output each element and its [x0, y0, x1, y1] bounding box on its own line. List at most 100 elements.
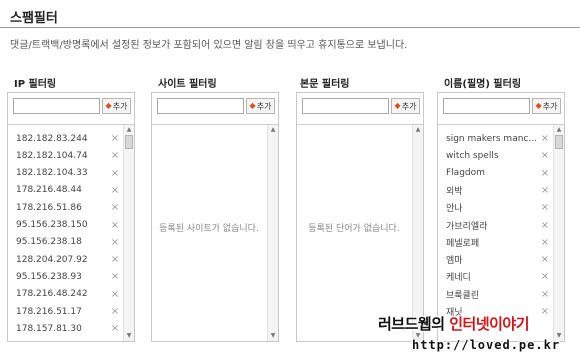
remove-icon[interactable]: × — [110, 202, 120, 213]
remove-icon[interactable]: × — [110, 271, 120, 282]
list-item-label: witch spells — [446, 150, 499, 161]
name-filter-input[interactable] — [443, 98, 530, 114]
site-filter-input[interactable] — [157, 98, 244, 114]
add-content-button[interactable]: ◆ 추가 — [391, 98, 420, 114]
remove-icon[interactable]: × — [540, 150, 550, 161]
filter-panel-content: ◆ 추가등록된 단어가 없습니다. ▲ ▼ — [296, 92, 424, 342]
content-filter-list[interactable]: 등록된 단어가 없습니다. ▲ ▼ — [297, 124, 423, 341]
list-item: 95.156.238.18 × — [16, 234, 120, 251]
scroll-down-arrow-icon[interactable]: ▼ — [124, 331, 134, 341]
list-item: 가브리엘라 × — [446, 217, 550, 234]
add-name-button[interactable]: ◆ 추가 — [532, 98, 561, 114]
watermark-title: 러브드웹의 인터넷이야기 — [378, 313, 530, 334]
list-item-label: 128.204.207.92 — [16, 254, 88, 265]
remove-icon[interactable]: × — [540, 271, 550, 282]
list-item-label: 182.182.104.74 — [16, 150, 88, 161]
scrollbar[interactable]: ▲ ▼ — [553, 125, 564, 341]
add-row: ◆ 추가 — [443, 98, 561, 115]
remove-icon[interactable]: × — [110, 220, 120, 231]
remove-icon[interactable]: × — [110, 289, 120, 300]
list-item: 외박 × — [446, 182, 550, 199]
scroll-up-arrow-icon[interactable]: ▲ — [554, 125, 564, 135]
add-button-label: 추가 — [112, 101, 128, 111]
add-site-button[interactable]: ◆ 추가 — [246, 98, 275, 114]
remove-icon[interactable]: × — [540, 289, 550, 300]
list-item-label: 95.156.238.93 — [16, 271, 82, 282]
scroll-up-arrow-icon[interactable]: ▲ — [268, 125, 278, 135]
remove-icon[interactable]: × — [110, 133, 120, 144]
list-item-label: 178.157.81.30 — [16, 323, 82, 334]
list-item-label: 케네디 — [446, 273, 471, 284]
list-item: 178.216.51.17 × — [16, 303, 120, 320]
panel-heading-name: 이름(필명) 필터링 — [444, 79, 522, 90]
content-filter-input[interactable] — [302, 98, 389, 114]
remove-icon[interactable]: × — [110, 254, 120, 265]
watermark: 러브드웹의 인터넷이야기 http://loved.pe.kr — [378, 313, 578, 357]
remove-icon[interactable]: × — [110, 185, 120, 196]
list-item: 128.204.207.92 × — [16, 251, 120, 268]
remove-icon[interactable]: × — [110, 150, 120, 161]
watermark-url: http://loved.pe.kr — [412, 338, 561, 352]
ip-filter-input[interactable] — [13, 98, 100, 114]
empty-list-message: 등록된 사이트가 없습니다. — [159, 224, 259, 234]
add-ip-button[interactable]: ◆ 추가 — [102, 98, 131, 114]
plus-diamond-icon: ◆ — [535, 101, 542, 110]
scrollbar[interactable]: ▲ ▼ — [412, 125, 423, 341]
list-item: 182.182.83.244 × — [16, 130, 120, 147]
list-item-label: sign makers manc... — [446, 133, 537, 144]
remove-icon[interactable]: × — [540, 168, 550, 179]
list-item-label: 95.156.238.150 — [16, 220, 88, 230]
remove-icon[interactable]: × — [110, 323, 120, 334]
title-divider — [0, 27, 580, 28]
list-item-label: 178.216.48.44 — [16, 185, 82, 196]
list-item: 182.182.104.74 × — [16, 147, 120, 164]
list-item-label: 안나 — [446, 204, 463, 215]
list-item: 178.216.48.242 × — [16, 286, 120, 303]
list-item-label: 182.182.104.33 — [16, 168, 88, 179]
list-item: 안나 × — [446, 199, 550, 216]
site-filter-list[interactable]: 등록된 사이트가 없습니다. ▲ ▼ — [152, 124, 278, 341]
remove-icon[interactable]: × — [110, 306, 120, 317]
list-item: witch spells × — [446, 147, 550, 164]
list-item: 브룩클린 × — [446, 286, 550, 303]
list-item: 페넬로페 × — [446, 234, 550, 251]
list-item-label: 엠마 — [446, 256, 463, 267]
add-button-label: 추가 — [401, 101, 417, 111]
list-item: Flagdom × — [446, 165, 550, 182]
filter-panel-ip: ◆ 추가 182.182.83.244 × 182.182.104.74 × 182.182… — [7, 92, 135, 342]
list-item: 178.157.81.30 × — [16, 320, 120, 337]
name-filter-list[interactable]: sign makers manc... × witch spells × Flagdom… — [438, 124, 564, 341]
remove-icon[interactable]: × — [540, 220, 550, 231]
list-item-label: 182.182.83.244 — [16, 133, 88, 144]
list-item: 케네디 × — [446, 268, 550, 285]
scrollbar[interactable]: ▲ ▼ — [123, 125, 134, 341]
page-description: 댓글/트랙백/방명록에서 설정된 정보가 포함되어 있으면 알림 창을 띄우고 … — [10, 40, 408, 51]
add-row: ◆ 추가 — [13, 98, 131, 115]
remove-icon[interactable]: × — [540, 237, 550, 248]
scroll-thumb[interactable] — [125, 135, 133, 149]
ip-filter-list[interactable]: 182.182.83.244 × 182.182.104.74 × 182.182.10… — [8, 124, 134, 341]
remove-icon[interactable]: × — [110, 168, 120, 179]
remove-icon[interactable]: × — [540, 133, 550, 144]
remove-icon[interactable]: × — [540, 254, 550, 265]
plus-diamond-icon: ◆ — [394, 101, 401, 110]
plus-diamond-icon: ◆ — [105, 101, 112, 110]
panel-heading-site: 사이트 필터링 — [158, 79, 217, 90]
page-title: 스팸필터 — [10, 11, 58, 26]
filter-panel-site: ◆ 추가 등록된 사이트가 없습니다. ▲ ▼ — [151, 92, 279, 342]
empty-list-message: 등록된 단어가 없습니다. — [308, 224, 400, 234]
list-item-label: 178.216.51.86 — [16, 202, 82, 213]
scroll-thumb[interactable] — [555, 135, 563, 149]
remove-icon[interactable]: × — [540, 185, 550, 196]
scroll-up-arrow-icon[interactable]: ▲ — [124, 125, 134, 135]
scrollbar[interactable]: ▲ ▼ — [267, 125, 278, 341]
list-item-label: 가브리엘라 — [446, 221, 488, 232]
remove-icon[interactable]: × — [540, 202, 550, 213]
list-item: 178.216.51.86 × — [16, 199, 120, 216]
add-button-label: 추가 — [256, 101, 272, 111]
filter-panel-name: ◆ 추가 sign makers manc... × witch spells × Flag… — [437, 92, 565, 342]
scroll-up-arrow-icon[interactable]: ▲ — [413, 125, 423, 135]
list-item-label: Flagdom — [446, 168, 485, 179]
remove-icon[interactable]: × — [110, 237, 120, 248]
scroll-down-arrow-icon[interactable]: ▼ — [268, 331, 278, 341]
